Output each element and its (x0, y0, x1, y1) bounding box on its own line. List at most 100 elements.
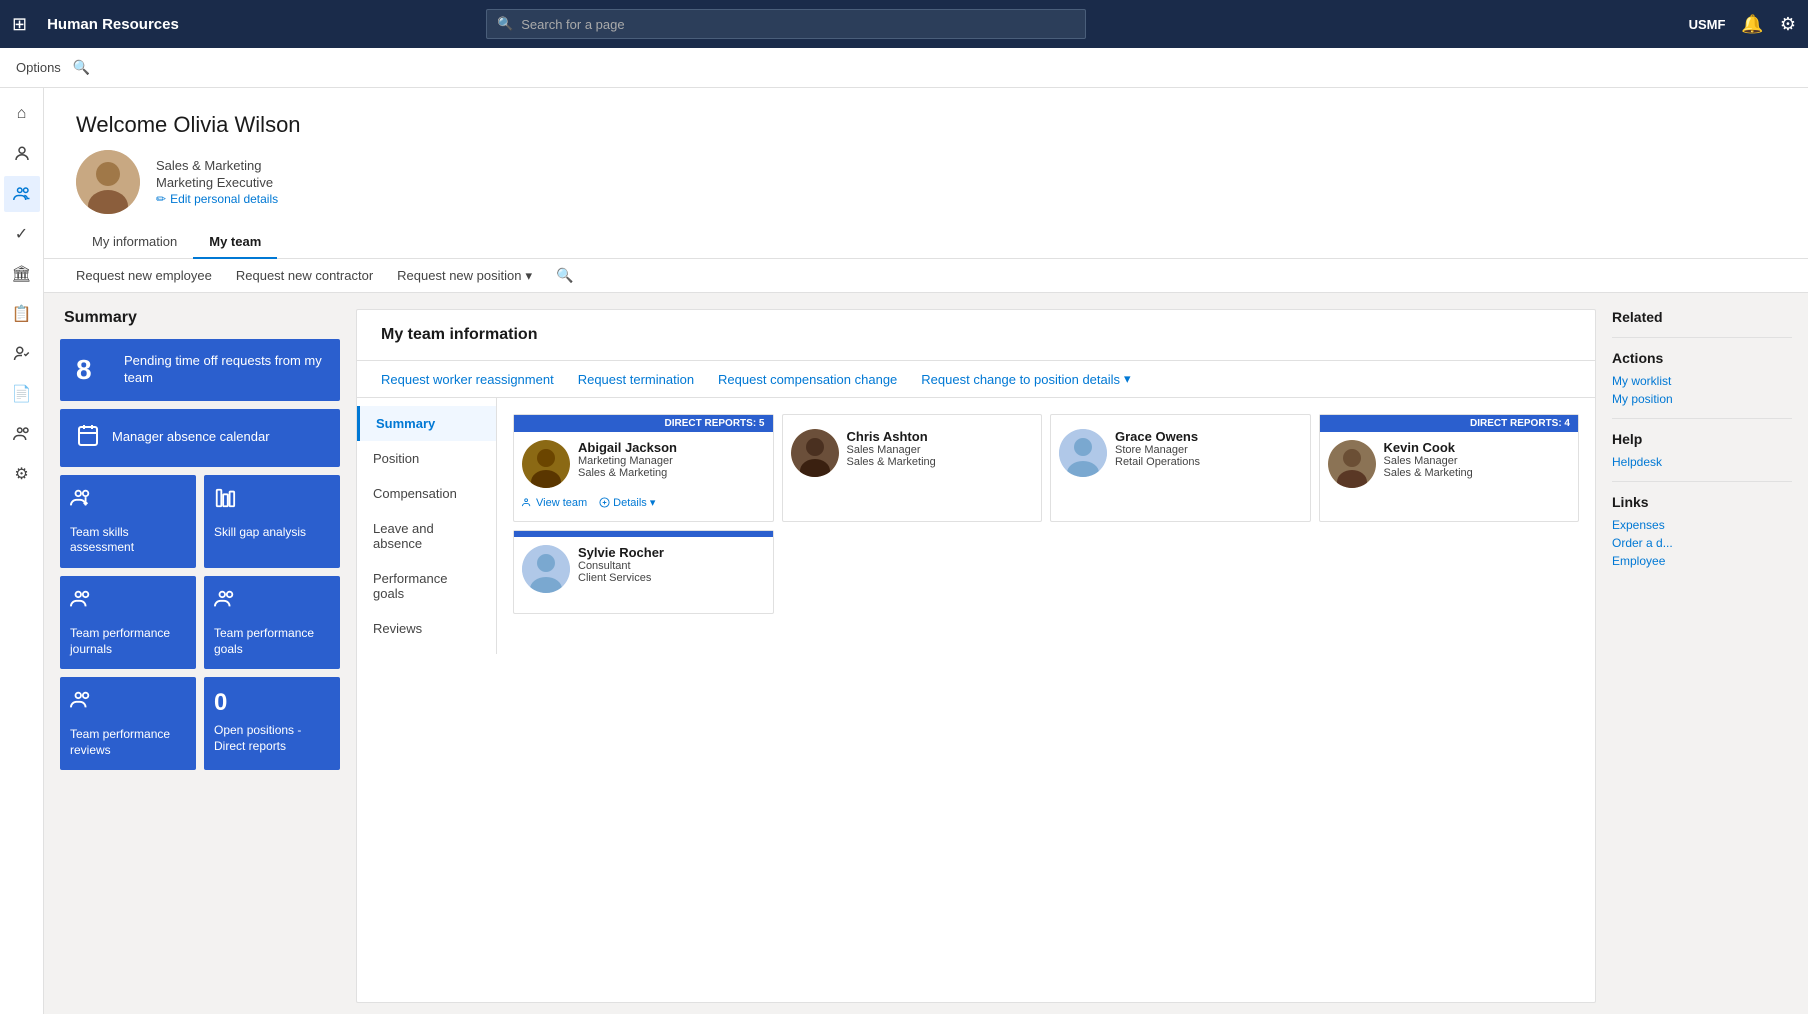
performance-journals-label: Team performance journals (70, 626, 186, 657)
performance-reviews-icon (70, 689, 92, 717)
skill-gap-analysis-tile[interactable]: Skill gap analysis (204, 475, 340, 568)
search-input[interactable] (521, 17, 1075, 32)
right-panel-title: Related (1612, 309, 1792, 325)
member-role-kevin: Sales Manager (1384, 455, 1473, 467)
team-nav-reviews[interactable]: Reviews (357, 611, 496, 646)
team-nav-performance-goals[interactable]: Performance goals (357, 561, 496, 611)
sidebar-item-person[interactable] (4, 136, 40, 172)
member-dept-sylvie: Client Services (578, 572, 664, 584)
avatar-kevin (1328, 440, 1376, 488)
team-performance-goals-tile[interactable]: Team performance goals (204, 576, 340, 669)
search-bar[interactable]: 🔍 (486, 9, 1086, 39)
team-members-grid: DIRECT REPORTS: 5 (513, 414, 1579, 522)
performance-journals-icon (70, 588, 92, 616)
manager-absence-tile[interactable]: Manager absence calendar (60, 409, 340, 467)
member-card-sylvie-rocher[interactable]: Sylvie Rocher Consultant Client Services (513, 530, 774, 614)
settings-icon[interactable]: ⚙ (1780, 14, 1796, 35)
notifications-icon[interactable]: 🔔 (1741, 14, 1763, 35)
app-title: Human Resources (47, 16, 179, 33)
my-worklist-link[interactable]: My worklist (1612, 374, 1792, 388)
member-card-abigail-jackson[interactable]: DIRECT REPORTS: 5 (513, 414, 774, 522)
pending-label: Pending time off requests from my team (124, 353, 324, 387)
member-name-abigail: Abigail Jackson (578, 440, 677, 455)
request-compensation-change-link[interactable]: Request compensation change (718, 372, 897, 387)
member-role-grace: Store Manager (1115, 444, 1200, 456)
sidebar-item-people[interactable]: 🏛 (4, 256, 40, 292)
member-name-chris: Chris Ashton (847, 429, 936, 444)
team-nav-position[interactable]: Position (357, 441, 496, 476)
member-role-chris: Sales Manager (847, 444, 936, 456)
request-new-employee-link[interactable]: Request new employee (76, 268, 212, 283)
team-nav-compensation[interactable]: Compensation (357, 476, 496, 511)
request-new-contractor-link[interactable]: Request new contractor (236, 268, 373, 283)
edit-personal-details-link[interactable]: ✏ Edit personal details (156, 192, 278, 206)
options-search-icon[interactable]: 🔍 (73, 59, 90, 76)
tab-my-information[interactable]: My information (76, 226, 193, 259)
pending-time-off-tile[interactable]: 8 Pending time off requests from my team (60, 339, 340, 401)
top-right-controls: USMF 🔔 ⚙ (1689, 14, 1796, 35)
action-search-icon[interactable]: 🔍 (556, 267, 573, 284)
member-info-chris: Chris Ashton Sales Manager Sales & Marke… (847, 429, 936, 468)
member-dept-abigail: Sales & Marketing (578, 467, 677, 479)
member-card-body-abigail: Abigail Jackson Marketing Manager Sales … (514, 432, 773, 496)
right-divider-3 (1612, 481, 1792, 482)
sidebar-item-tasks[interactable]: ✓ (4, 216, 40, 252)
member-name-kevin: Kevin Cook (1384, 440, 1473, 455)
summary-title: Summary (60, 309, 340, 327)
action-bar: Request new employee Request new contrac… (44, 259, 1808, 293)
expenses-link[interactable]: Expenses (1612, 518, 1792, 532)
sidebar-item-usercheck[interactable] (4, 336, 40, 372)
sidebar-item-team[interactable] (4, 176, 40, 212)
member-card-kevin-cook[interactable]: DIRECT REPORTS: 4 (1319, 414, 1580, 522)
member-info-sylvie: Sylvie Rocher Consultant Client Services (578, 545, 664, 584)
sidebar-item-report[interactable]: 📋 (4, 296, 40, 332)
avatar-grace (1059, 429, 1107, 477)
welcome-section: Welcome Olivia Wilson Sales & Marketing … (44, 88, 1808, 259)
member-card-body-chris: Chris Ashton Sales Manager Sales & Marke… (783, 421, 1042, 485)
member-card-grace-owens[interactable]: Grace Owens Store Manager Retail Operati… (1050, 414, 1311, 522)
user-department: Sales & Marketing (156, 158, 278, 173)
view-team-link-abigail[interactable]: View team (522, 497, 587, 509)
tab-my-team[interactable]: My team (193, 226, 277, 259)
open-positions-tile[interactable]: 0 Open positions - Direct reports (204, 677, 340, 770)
details-link-abigail[interactable]: Details ▾ (599, 496, 655, 509)
user-details: Sales & Marketing Marketing Executive ✏ … (156, 158, 278, 206)
my-position-link[interactable]: My position (1612, 392, 1792, 406)
skill-gap-icon (214, 487, 236, 515)
user-info-row: Sales & Marketing Marketing Executive ✏ … (76, 150, 1776, 214)
sidebar-item-document[interactable]: 📄 (4, 376, 40, 412)
member-info-grace: Grace Owens Store Manager Retail Operati… (1115, 429, 1200, 468)
member-card-body-kevin: Kevin Cook Sales Manager Sales & Marketi… (1320, 432, 1579, 496)
request-termination-link[interactable]: Request termination (578, 372, 694, 387)
skills-icon (70, 487, 92, 515)
chevron-down-icon: ▾ (525, 268, 532, 284)
welcome-title: Welcome Olivia Wilson (76, 112, 1776, 138)
request-new-position-link[interactable]: Request new position ▾ (397, 268, 532, 284)
team-nav-summary[interactable]: Summary (357, 406, 496, 441)
team-performance-journals-tile[interactable]: Team performance journals (60, 576, 196, 669)
skills-row: Team skills assessment Skill gap analysi… (60, 475, 340, 568)
request-worker-reassignment-link[interactable]: Request worker reassignment (381, 372, 554, 387)
sidebar-item-home[interactable]: ⌂ (4, 96, 40, 132)
right-links-title: Links (1612, 494, 1792, 510)
right-actions-title: Actions (1612, 350, 1792, 366)
sidebar-item-people2[interactable] (4, 416, 40, 452)
team-nav-leave-absence[interactable]: Leave and absence (357, 511, 496, 561)
member-card-body-sylvie: Sylvie Rocher Consultant Client Services (514, 537, 773, 601)
employee-link[interactable]: Employee (1612, 554, 1792, 568)
open-positions-count: 0 (214, 689, 227, 717)
order-link[interactable]: Order a d... (1612, 536, 1792, 550)
team-skills-assessment-tile[interactable]: Team skills assessment (60, 475, 196, 568)
main-content: Welcome Olivia Wilson Sales & Marketing … (44, 88, 1808, 1014)
search-icon: 🔍 (497, 16, 513, 32)
member-card-chris-ashton[interactable]: Chris Ashton Sales Manager Sales & Marke… (782, 414, 1043, 522)
team-panel-actions: Request worker reassignment Request term… (357, 361, 1595, 398)
app-grid-icon[interactable]: ⊞ (12, 14, 27, 35)
pencil-icon: ✏ (156, 192, 166, 206)
member-dept-chris: Sales & Marketing (847, 456, 936, 468)
helpdesk-link[interactable]: Helpdesk (1612, 455, 1792, 469)
user-role: Marketing Executive (156, 175, 278, 190)
sidebar-item-settings[interactable]: ⚙ (4, 456, 40, 492)
team-performance-reviews-tile[interactable]: Team performance reviews (60, 677, 196, 770)
request-position-details-link[interactable]: Request change to position details ▾ (921, 371, 1130, 387)
